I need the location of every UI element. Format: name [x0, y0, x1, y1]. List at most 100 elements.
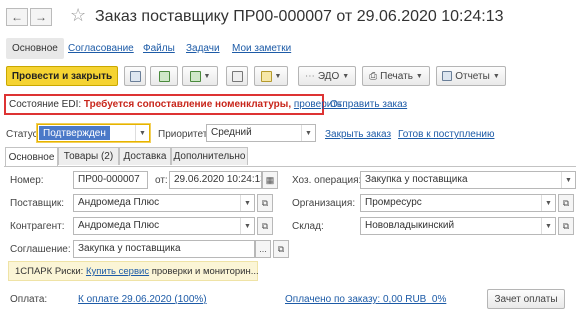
reports-label: Отчеты	[455, 70, 490, 82]
section-tasks[interactable]: Задачи	[186, 43, 220, 54]
organization-open-button[interactable]: ⧉	[558, 194, 574, 212]
operation-value: Закупка у поставщика	[365, 174, 468, 185]
forward-button[interactable]: →	[30, 8, 52, 26]
tab-additional[interactable]: Дополнительно	[171, 147, 248, 165]
structure-button[interactable]	[226, 66, 248, 86]
edi-status-text: Требуется сопоставление номенклатуры,	[83, 99, 292, 110]
arrow-right-icon: →	[35, 10, 47, 24]
edo-button[interactable]: ⋯ ЭДО ▼	[298, 66, 356, 86]
chevron-down-icon: ▼	[541, 195, 555, 211]
print-button[interactable]: ⎙ Печать ▼	[362, 66, 430, 86]
tab-main[interactable]: Основное	[5, 147, 58, 166]
tab-goods[interactable]: Товары (2)	[58, 147, 119, 165]
chevron-down-icon: ▼	[203, 72, 211, 80]
paid-by-order-link[interactable]: Оплачено по заказу: 0,00 RUB 0%	[285, 294, 446, 305]
open-icon: ⧉	[261, 220, 269, 231]
chevron-down-icon: ▼	[541, 218, 555, 234]
chevron-down-icon: ▼	[561, 172, 575, 188]
section-main[interactable]: Основное	[6, 38, 64, 59]
section-notes[interactable]: Мои заметки	[232, 43, 291, 54]
status-select[interactable]: Подтвержден ▼	[37, 124, 150, 142]
printer-icon: ⎙	[369, 70, 378, 82]
tab-delivery[interactable]: Доставка	[119, 147, 171, 165]
counterparty-label: Контрагент:	[10, 221, 65, 232]
date-label: от:	[155, 175, 168, 186]
tab-divider	[4, 166, 576, 167]
edi-status-line: Состояние EDI: Требуется сопоставление н…	[9, 99, 342, 110]
chevron-down-icon: ▼	[274, 72, 282, 80]
save-icon	[129, 70, 141, 82]
document-icon	[260, 70, 272, 82]
to-pay-link[interactable]: К оплате 29.06.2020 (100%)	[78, 294, 207, 305]
priority-value: Средний	[211, 127, 252, 138]
organization-field[interactable]: Промресурс ▼	[360, 194, 556, 212]
operation-label: Хоз. операция:	[292, 175, 362, 186]
status-label: Статус:	[6, 129, 41, 140]
status-value: Подтвержден	[39, 126, 110, 140]
chevron-down-icon: ▼	[240, 218, 254, 234]
calendar-button[interactable]: ▦	[262, 171, 278, 189]
post-and-close-button[interactable]: Провести и закрыть	[6, 66, 118, 86]
open-icon: ⧉	[277, 243, 285, 254]
calendar-icon: ▦	[265, 174, 275, 185]
supplier-label: Поставщик:	[10, 198, 65, 209]
reports-button[interactable]: Отчеты ▼	[436, 66, 506, 86]
payment-label: Оплата:	[10, 294, 48, 305]
priority-label: Приоритет:	[158, 129, 211, 140]
agreement-field[interactable]: Закупка у поставщика	[73, 240, 255, 258]
counterparty-value: Андромеда Плюс	[78, 220, 160, 231]
back-button[interactable]: ←	[6, 8, 28, 26]
ellipsis-icon: ...	[259, 244, 267, 254]
agreement-select-button[interactable]: ...	[255, 240, 271, 258]
payment-offset-button[interactable]: Зачет оплаты	[487, 289, 565, 309]
chevron-down-icon: ▼	[415, 72, 423, 80]
organization-value: Промресурс	[365, 197, 422, 208]
spark-prefix: 1СПАРК Риски:	[15, 266, 84, 277]
chevron-down-icon: ▼	[301, 125, 315, 141]
spark-buy-link[interactable]: Купить сервис	[86, 266, 149, 277]
warehouse-value: Нововладыкинский	[365, 220, 455, 231]
attachments-button[interactable]: ▼	[254, 66, 288, 86]
save-button[interactable]	[124, 66, 146, 86]
close-order-link[interactable]: Закрыть заказ	[325, 129, 391, 140]
post-button[interactable]	[150, 66, 178, 86]
star-icon[interactable]: ☆	[70, 5, 86, 26]
chevron-down-icon: ▼	[342, 72, 350, 80]
warehouse-field[interactable]: Нововладыкинский ▼	[360, 217, 556, 235]
edo-label: ЭДО	[317, 70, 340, 82]
counterparty-open-button[interactable]: ⧉	[257, 217, 273, 235]
list-icon	[231, 70, 243, 82]
create-based-button[interactable]: ▼	[182, 66, 218, 86]
number-field[interactable]: ПР00-000007	[73, 171, 148, 189]
supplier-value: Андромеда Плюс	[78, 197, 160, 208]
chevron-down-icon: ▼	[240, 195, 254, 211]
open-icon: ⧉	[562, 220, 570, 231]
open-icon: ⧉	[562, 197, 570, 208]
arrow-left-icon: ←	[11, 10, 23, 24]
date-field[interactable]: 29.06.2020 10:24:13	[169, 171, 262, 189]
ready-for-receipt-link[interactable]: Готов к поступлению	[398, 129, 494, 140]
edo-icon: ⋯	[304, 70, 315, 82]
supplier-field[interactable]: Андромеда Плюс ▼	[73, 194, 255, 212]
warehouse-open-button[interactable]: ⧉	[558, 217, 574, 235]
agreement-label: Соглашение:	[10, 244, 71, 255]
post-icon	[158, 70, 170, 82]
print-label: Печать	[380, 70, 413, 82]
organization-label: Организация:	[292, 198, 356, 209]
supplier-open-button[interactable]: ⧉	[257, 194, 273, 212]
chevron-down-icon: ▼	[135, 125, 149, 141]
agreement-open-button[interactable]: ⧉	[273, 240, 289, 258]
spark-banner: 1СПАРК Риски: Купить сервис проверки и м…	[8, 261, 259, 281]
counterparty-field[interactable]: Андромеда Плюс ▼	[73, 217, 255, 235]
send-order-link[interactable]: Отправить заказ	[330, 99, 407, 110]
section-files[interactable]: Файлы	[143, 43, 175, 54]
open-icon: ⧉	[261, 197, 269, 208]
chevron-down-icon: ▼	[492, 72, 500, 80]
number-label: Номер:	[10, 175, 44, 186]
edi-label: Состояние EDI:	[9, 99, 82, 110]
priority-select[interactable]: Средний ▼	[206, 124, 316, 142]
report-icon	[442, 71, 453, 81]
section-approval[interactable]: Согласование	[68, 43, 134, 54]
warehouse-label: Склад:	[292, 221, 324, 232]
operation-select[interactable]: Закупка у поставщика ▼	[360, 171, 576, 189]
